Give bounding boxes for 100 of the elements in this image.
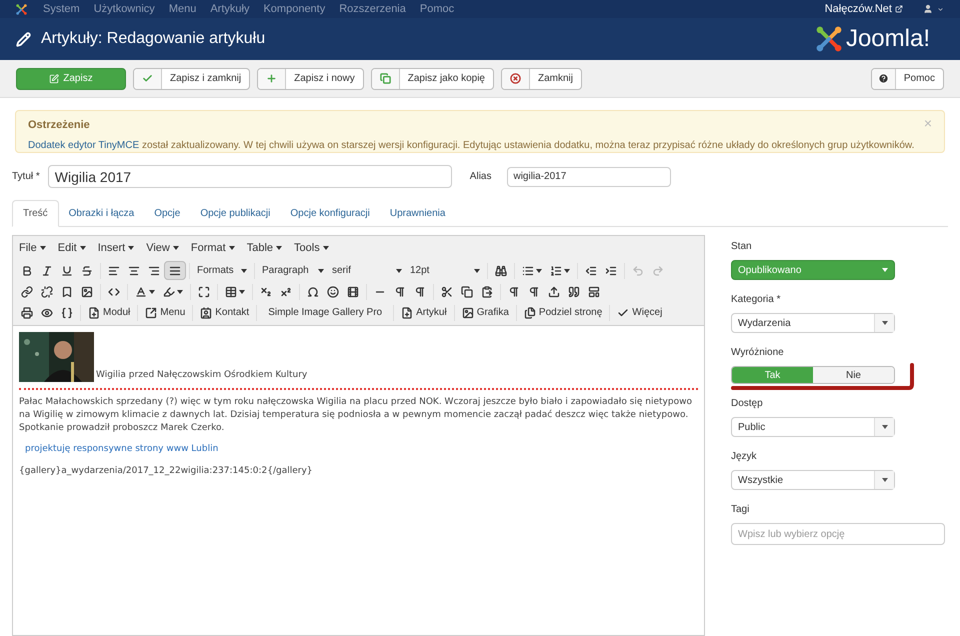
format-dropdown[interactable]: Formats (193, 263, 251, 278)
tab[interactable]: Opcje konfiguracji (280, 200, 380, 226)
logo-text: Joomla! (846, 24, 930, 54)
alert-message: Dodatek edytor TinyMCE został zaktualizowany. W tej chwili używa on starszej wersji konfiguracji. Edytując ustawienia dodatku, można teraz przypisać różne układy do określonych grup użytkowników. (28, 138, 916, 152)
tab[interactable]: Opcje (144, 200, 190, 226)
select-field[interactable]: Wszystkie (731, 470, 895, 490)
tab[interactable]: Uprawnienia (380, 200, 456, 226)
format-dropdown[interactable]: Paragraph (258, 263, 328, 278)
article-link[interactable]: projektuję responsywne strony www Lublin (25, 443, 698, 456)
tab[interactable]: Obrazki i łącza (58, 200, 144, 226)
page-title: Artykuły: Redagowanie artykułu (41, 29, 266, 49)
select-field[interactable]: Wydarzenia (731, 313, 895, 333)
editor-menu[interactable]: Format (190, 240, 235, 256)
user-icon (923, 4, 933, 14)
toolbar-button[interactable]: Zamknij (500, 68, 582, 90)
caret-icon (128, 246, 134, 250)
editor-button[interactable]: Artykuł (397, 305, 451, 320)
format-dropdown[interactable]: 12pt (406, 263, 484, 278)
tab[interactable]: Opcje publikacji (190, 200, 280, 226)
caret-icon (228, 246, 235, 250)
strikethrough-icon (81, 264, 93, 276)
top-menu-item[interactable]: Użytkownicy (94, 0, 155, 18)
editor-menu[interactable]: Table (246, 240, 282, 256)
editor-menu[interactable]: Edit (58, 240, 86, 256)
top-menu-item[interactable]: Pomoc (420, 0, 454, 18)
field-label: Dostęp (731, 397, 764, 411)
edit-icon (49, 74, 60, 84)
user-menu[interactable] (923, 4, 944, 14)
help-button[interactable]: Pomoc (870, 68, 944, 90)
site-link[interactable]: Nałęczów.Net (824, 0, 903, 18)
pencil-icon (16, 32, 31, 46)
editor-menu[interactable]: Insert (98, 240, 134, 256)
link-icon (21, 286, 33, 298)
print-icon (21, 306, 33, 318)
caret-icon (177, 290, 183, 294)
top-menu-item[interactable]: Artykuły (210, 0, 250, 18)
top-menu-item[interactable]: Menu (168, 0, 196, 18)
top-menu-item[interactable]: System (43, 0, 80, 18)
title-field[interactable]: Wigilia 2017 (48, 165, 452, 188)
code-icon (108, 286, 120, 298)
toggle-option[interactable]: Nie (813, 367, 894, 383)
caret-icon (239, 290, 245, 294)
gallery-code: {gallery}a_wydarzenia/2017_12_22wigilia:237:145:0:2{/gallery} (19, 464, 314, 478)
underline-icon (61, 264, 73, 276)
top-menu-item[interactable]: Komponenty (263, 0, 326, 18)
editor-button[interactable]: Więcej (613, 305, 666, 320)
eye-icon (41, 306, 53, 318)
highlight-color-icon (163, 286, 175, 298)
article-paragraph: Pałac Małachowskich sprzedany (?) więc w tym roku nałęczowska Wigilia na placu przed NOK. Wczoraj jeszcze było biało i zapowiadało się nietypowo na Wigilię w zimowym klimacie z dawnych lat. Dzisiaj temperatura się podniosła a w pewnym momencie zaczął padać deszcz więc także nietypowo. Spotkanie prowadził proboszcz Marek Czerko. (19, 396, 693, 435)
bullet-list-icon (522, 264, 534, 276)
media-icon (347, 286, 359, 298)
caret-icon (882, 321, 888, 325)
indent-icon (605, 264, 617, 276)
toolbar-button[interactable]: Zapisz jako kopię (370, 68, 494, 90)
editor-menu[interactable]: View (146, 240, 179, 256)
image-caption: Wigilia przed Nałęczowskim Ośrodkiem Kultury (96, 368, 308, 382)
align-center-icon (128, 264, 140, 276)
caret-icon (80, 246, 86, 250)
caret-icon (40, 246, 46, 250)
toolbar-button[interactable]: Zapisz i zamknij (133, 68, 250, 90)
top-menu-item[interactable]: Rozszerzenia (339, 0, 406, 18)
field-label: Wyróżnione (731, 346, 785, 360)
caret-icon (318, 268, 324, 272)
file-plus-icon (401, 306, 414, 318)
editor-button[interactable]: Podziel stronę (520, 305, 606, 320)
file-plus-icon (88, 306, 100, 318)
editor-button[interactable]: Menu (141, 305, 190, 320)
field-label: Kategoria * (731, 293, 782, 307)
plus-icon (266, 73, 278, 84)
caret-icon (937, 6, 944, 12)
quote-icon (568, 286, 580, 298)
gallery-button[interactable]: Simple Image Gallery Pro (260, 305, 390, 320)
align-justify-icon (169, 264, 181, 276)
editor-menu[interactable]: Tools (294, 240, 329, 256)
alert-title: Ostrzeżenie (28, 118, 90, 133)
format-dropdown[interactable]: serif (328, 263, 406, 278)
editor-button[interactable]: Moduł (84, 305, 134, 320)
image-icon (81, 286, 93, 298)
select-field[interactable]: Public (731, 417, 895, 437)
fullscreen-icon (198, 286, 210, 298)
field-label: Stan (731, 240, 753, 254)
alert-link[interactable]: Dodatek edytor TinyMCE (28, 140, 140, 150)
alias-field[interactable]: wigilia-2017 (507, 166, 672, 186)
editor-menu[interactable]: File (19, 240, 46, 256)
check-icon (617, 306, 630, 318)
field-label: Tagi (731, 503, 750, 517)
caret-icon (882, 478, 888, 482)
editor-button[interactable]: Kontakt (196, 305, 254, 320)
caret-icon (536, 268, 542, 272)
editor-button[interactable]: Grafika (458, 305, 513, 320)
caret-icon (474, 268, 480, 272)
tab[interactable]: Treść (12, 200, 59, 227)
editor-tool-button[interactable] (164, 261, 186, 280)
external-link-icon (895, 5, 903, 13)
joomla-logo-icon (816, 26, 842, 52)
upload-icon (548, 286, 560, 298)
italic-icon (41, 264, 53, 276)
toolbar-button[interactable]: Zapisz i nowy (257, 68, 364, 90)
close-icon (510, 73, 521, 84)
tags-field[interactable]: Wpisz lub wybierz opcję (731, 523, 945, 545)
